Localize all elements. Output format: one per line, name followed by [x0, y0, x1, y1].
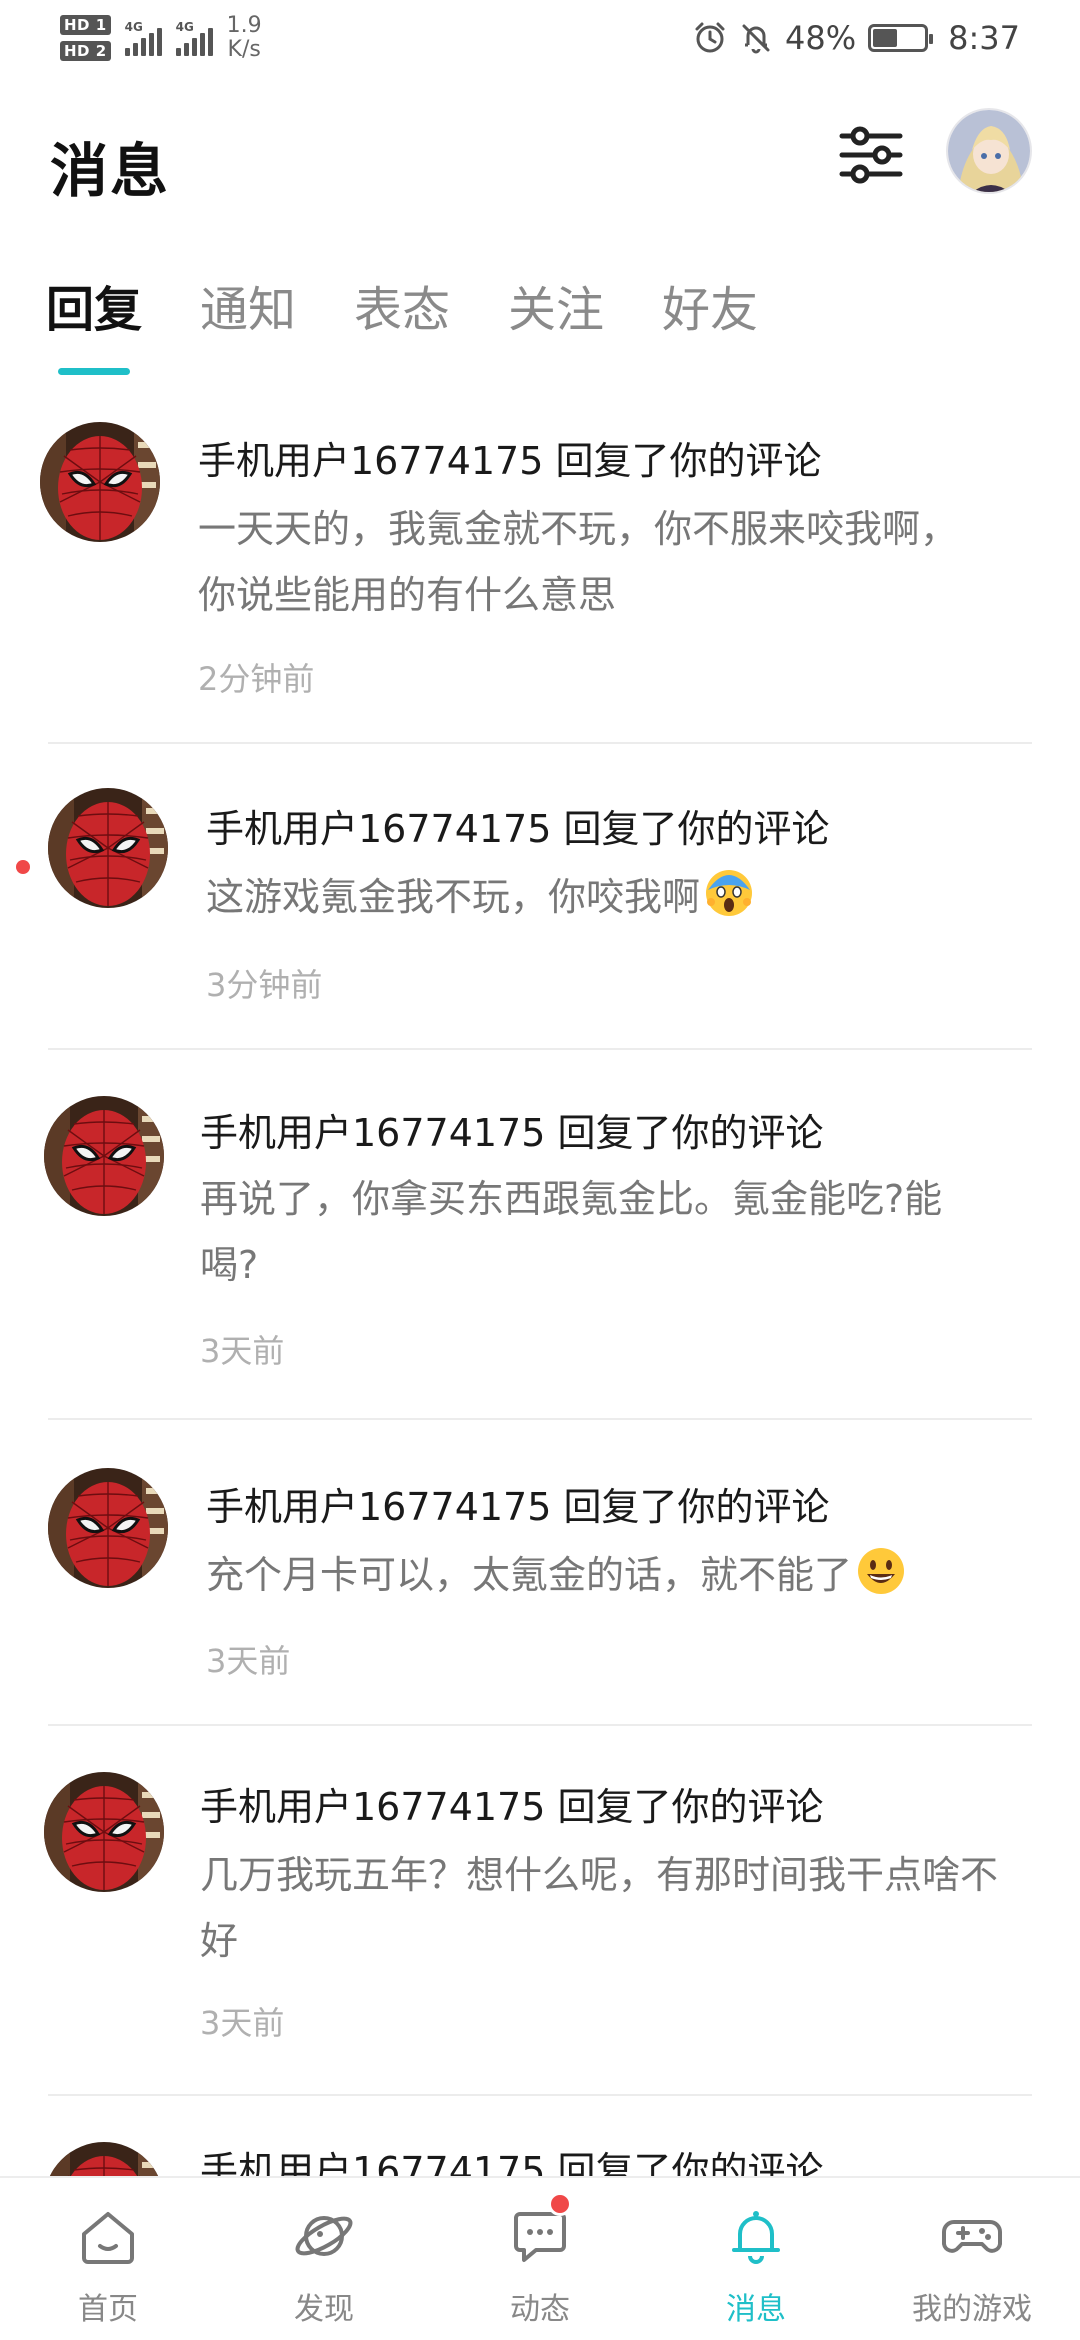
- tab-reaction[interactable]: 表态: [354, 278, 508, 378]
- avatar[interactable]: [40, 422, 160, 542]
- message-body: 几万我玩五年？想什么呢，有那时间我干点啥不好: [200, 1853, 999, 1963]
- bottom-navigation: 首页 发现 动态 消息 我的游戏: [0, 2176, 1080, 2340]
- nav-feed-label: 动态: [510, 2292, 570, 2327]
- signal-1-label: 4G: [124, 20, 143, 34]
- tab-reply[interactable]: 回复: [46, 278, 200, 378]
- planet-icon: [295, 2216, 353, 2256]
- message-tabs: 回复 通知 表态 关注 好友: [46, 278, 816, 378]
- clock: 8:37: [948, 19, 1020, 57]
- status-bar-left: HD 1 HD 2 4G 4G 1.9 K/s: [60, 8, 262, 68]
- nav-my-games[interactable]: 我的游戏: [864, 2178, 1080, 2340]
- user-avatar[interactable]: [946, 108, 1032, 194]
- network-speed: 1.9 K/s: [227, 14, 262, 62]
- signal-2-label: 4G: [175, 20, 194, 34]
- list-item[interactable]: 手机用户16774175 回复了你的评论 再说了，你拿买东西跟氪金比。氪金能吃?…: [48, 1050, 1032, 1420]
- battery-icon: [868, 24, 934, 52]
- message-body: 充个月卡可以，太氪金的话，就不能了: [206, 1542, 996, 1608]
- gamepad-icon: [942, 2220, 1002, 2253]
- nav-feed[interactable]: 动态: [432, 2178, 648, 2340]
- nav-home-label: 首页: [78, 2292, 138, 2327]
- nav-discover-label: 发现: [294, 2292, 354, 2327]
- message-list: 手机用户16774175 回复了你的评论 一天天的，我氪金就不玩，你不服来咬我啊…: [0, 420, 1080, 2176]
- message-title: 手机用户16774175 回复了你的评论: [206, 1485, 830, 1529]
- signal-1-icon: 4G: [124, 20, 162, 56]
- nav-home[interactable]: 首页: [0, 2178, 216, 2340]
- message-time: 3天前: [200, 2004, 285, 2042]
- home-icon: [82, 2212, 134, 2264]
- smiling-face-emoji: [858, 1548, 905, 1594]
- message-body: 这游戏氪金我不玩，你咬我啊: [206, 864, 996, 930]
- mute-bell-icon: [742, 24, 770, 54]
- nav-messages[interactable]: 消息: [648, 2178, 864, 2340]
- avatar[interactable]: [48, 788, 168, 908]
- status-bar-right: 48% 8:37: [693, 8, 1020, 68]
- message-title: 手机用户16774175 回复了你的评论: [200, 1785, 824, 1829]
- avatar[interactable]: [44, 2142, 164, 2176]
- status-bar: HD 1 HD 2 4G 4G 1.9 K/s 48% 8:37: [0, 0, 1080, 78]
- message-title: 手机用户16774175 回复了你的评论: [200, 1111, 824, 1155]
- message-title: 手机用户16774175 回复了你的评论: [198, 439, 822, 483]
- battery-percent: 48%: [785, 19, 857, 57]
- network-speed-unit: K/s: [227, 37, 261, 62]
- hd2-indicator: HD 2: [60, 41, 111, 61]
- nav-messages-label: 消息: [726, 2292, 786, 2327]
- avatar[interactable]: [48, 1468, 168, 1588]
- list-item[interactable]: 手机用户16774175 回复了你的评论 一天天的，我氪金就不玩，你不服来咬我啊…: [48, 420, 1032, 744]
- list-item[interactable]: 手机用户16774175 回复了你的评论 这游戏氪金我不玩，你咬我啊 3分钟前: [16, 744, 1032, 1050]
- message-time: 3天前: [206, 1642, 291, 1680]
- active-tab-indicator: [58, 368, 130, 375]
- alarm-icon: [695, 22, 725, 53]
- hd1-indicator: HD 1: [60, 15, 111, 35]
- message-time: 3分钟前: [206, 966, 323, 1004]
- list-item[interactable]: 手机用户16774175 回复了你的评论 充个月卡可以，太氪金的话，就不能了 3…: [48, 1420, 1032, 1726]
- avatar[interactable]: [44, 1096, 164, 1216]
- message-time: 2分钟前: [198, 660, 315, 698]
- nav-discover[interactable]: 发现: [216, 2178, 432, 2340]
- message-body: 再说了，你拿买东西跟氪金比。氪金能吃?能喝?: [200, 1177, 943, 1287]
- nav-my-games-label: 我的游戏: [912, 2292, 1032, 2327]
- message-title: 手机用户16774175 回复了你的评论: [206, 807, 830, 851]
- sliders-icon[interactable]: [838, 122, 904, 188]
- list-item[interactable]: 手机用户16774175 回复了你的评论 几万我玩五年？想什么呢，有那时间我干点…: [48, 1726, 1032, 2096]
- avatar[interactable]: [44, 1772, 164, 1892]
- tab-notice[interactable]: 通知: [200, 278, 354, 378]
- message-body: 一天天的，我氪金就不玩，你不服来咬我啊，你说些能用的有什么意思: [198, 507, 959, 617]
- network-speed-value: 1.9: [226, 13, 262, 38]
- message-time: 3天前: [200, 1332, 285, 1370]
- tab-friends[interactable]: 好友: [662, 278, 816, 378]
- feed-badge-dot: [548, 2192, 572, 2216]
- anime-avatar-image: [948, 110, 1030, 192]
- header: 消息: [0, 108, 1080, 218]
- message-body-text: 充个月卡可以，太氪金的话，就不能了: [206, 1553, 853, 1597]
- screaming-face-emoji: [706, 870, 753, 916]
- list-item[interactable]: 手机用户16774175 回复了你的评论: [48, 2096, 1032, 2176]
- page-title: 消息: [50, 137, 171, 205]
- signal-2-icon: 4G: [175, 20, 213, 56]
- hd-indicators: HD 1 HD 2: [60, 15, 111, 61]
- unread-dot: [16, 860, 30, 874]
- message-title: 手机用户16774175 回复了你的评论: [200, 2149, 824, 2176]
- bell-icon: [732, 2211, 780, 2264]
- tab-follow[interactable]: 关注: [508, 278, 662, 378]
- message-body-text: 这游戏氪金我不玩，你咬我啊: [206, 875, 701, 919]
